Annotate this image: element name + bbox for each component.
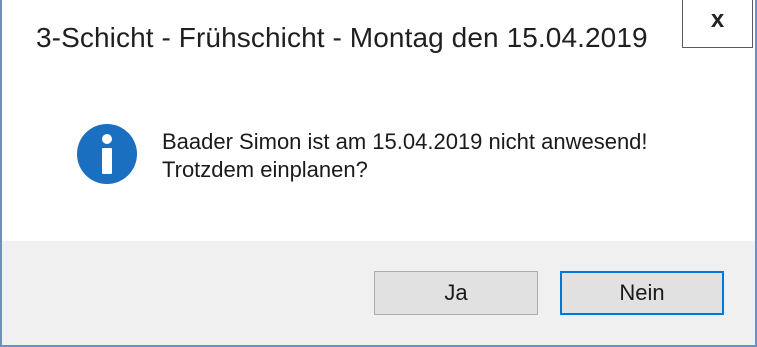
message-dialog: 3-Schicht - Frühschicht - Montag den 15.… [0, 0, 757, 347]
window-title: 3-Schicht - Frühschicht - Montag den 15.… [36, 22, 648, 53]
yes-button[interactable]: Ja [374, 271, 538, 315]
message-text: Baader Simon ist am 15.04.2019 nicht anw… [162, 128, 648, 184]
title-bar[interactable]: 3-Schicht - Frühschicht - Montag den 15.… [2, 0, 755, 80]
close-button[interactable]: x [682, 0, 753, 48]
info-icon [77, 124, 137, 184]
message-line-2: Trotzdem einplanen? [162, 157, 368, 182]
button-bar: Ja Nein [2, 241, 755, 345]
no-button[interactable]: Nein [560, 271, 724, 315]
dialog-content: Baader Simon ist am 15.04.2019 nicht anw… [2, 80, 755, 241]
close-icon: x [710, 6, 725, 33]
message-line-1: Baader Simon ist am 15.04.2019 nicht anw… [162, 129, 648, 154]
